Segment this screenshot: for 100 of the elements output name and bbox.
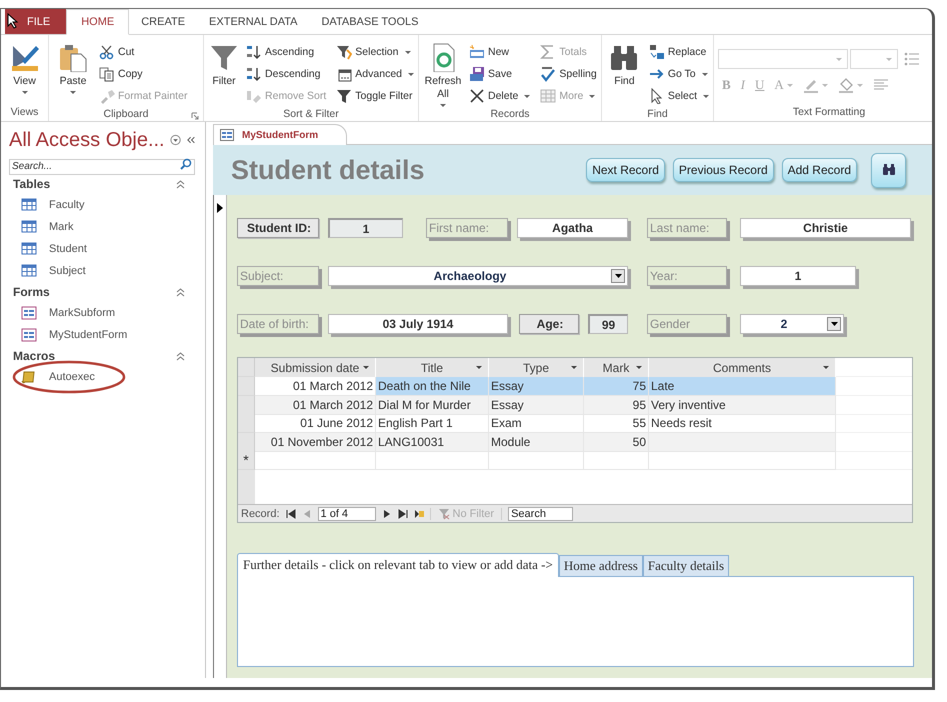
row-selector[interactable] [238,377,255,396]
ribbon-button[interactable]: Find [606,39,643,107]
ribbon-tab[interactable]: HOME [66,9,130,35]
row-selector[interactable] [238,396,255,414]
column-header[interactable]: Comments [649,358,836,377]
text-field[interactable]: 1 [328,218,403,238]
navigation-item[interactable]: MarkSubform [9,302,195,324]
replace-icon [648,44,665,60]
combo-box[interactable]: 2 [740,314,844,334]
ribbon-button[interactable]: Delete [469,85,530,107]
navigation-item[interactable]: Subject [9,260,195,282]
group-header[interactable]: Macros [9,346,195,366]
record-selector[interactable] [213,195,227,678]
tab[interactable]: Faculty details [642,555,730,576]
table-cell: Essay [489,377,584,396]
caret-icon [614,274,622,278]
table-cell: LANG10031 [376,432,489,452]
record-position-field[interactable]: 1 of 4 [318,506,376,520]
field-label: Year: [647,266,727,286]
new-row-marker[interactable]: * [238,451,255,470]
combo-box[interactable]: Archaeology [328,266,628,286]
column-header[interactable]: Title [376,358,489,377]
ribbon-button[interactable]: Toggle Filter [336,85,414,107]
search-icon [180,158,192,170]
ribbon-button[interactable]: View [5,39,44,103]
ribbon-button[interactable]: Go To [648,63,709,85]
ribbon-button[interactable]: Replace [648,41,709,63]
select-all-corner[interactable] [238,358,255,377]
group-header[interactable]: Forms [9,282,195,302]
paint-bucket-icon [838,77,854,93]
group-header[interactable]: Tables [9,174,195,194]
search-button[interactable] [871,152,906,188]
text-field[interactable]: Agatha [517,218,628,238]
ribbon-button[interactable]: Save [469,63,530,85]
caret-icon [886,58,892,60]
dropdown-circle-icon [170,134,181,146]
navigation-item[interactable]: MyStudentForm [9,324,195,346]
navigation-item[interactable]: Autoexec [9,366,195,388]
ribbon-button[interactable]: Descending [246,63,326,85]
ribbon-tab[interactable]: FILE [5,9,66,34]
dropdown-button[interactable] [611,269,625,283]
navigator-button[interactable] [398,508,408,518]
caret-icon [476,366,482,369]
navigator-button[interactable] [286,508,296,518]
form-title: Student details [231,154,425,186]
caret-icon [22,91,28,94]
navigation-item[interactable]: Mark [9,216,195,238]
ribbon-button[interactable]: Spelling [540,63,597,85]
table-icon [540,88,556,104]
new-record-icon [469,44,485,60]
ribbon-button[interactable]: Advanced [336,63,414,85]
header-button[interactable]: Previous Record [672,158,774,182]
ribbon-button[interactable]: Refresh All [423,39,463,107]
sort-ascending-icon [246,44,262,60]
document-tab[interactable]: MyStudentForm [213,124,348,145]
caret-icon [404,50,410,54]
ribbon-button[interactable]: Filter [208,39,240,107]
text-field[interactable]: 1 [740,266,856,286]
navigator-button[interactable] [414,508,424,518]
ribbon-tab[interactable]: CREATE [129,9,198,34]
table-cell: 01 November 2012 [255,432,376,452]
table-icon [21,219,37,235]
search-field[interactable]: Search... [9,158,195,174]
ribbon-tab[interactable]: DATABASE TOOLS [309,9,430,34]
spellcheck-icon [540,66,556,82]
collapse-pane-icon [186,135,195,145]
text-field[interactable]: Christie [740,218,911,238]
navigator-button[interactable] [382,508,392,518]
ribbon-button[interactable]: Cut [99,41,188,63]
dropdown-button[interactable] [827,317,841,331]
ribbon-button[interactable]: Ascending [246,41,326,63]
clipboard-icon [58,42,88,72]
ribbon-button[interactable]: Selection [336,41,414,63]
row-selector[interactable] [238,432,255,452]
text-field[interactable]: 03 July 1914 [328,314,508,334]
paintbrush-icon [99,88,115,104]
ribbon-button[interactable]: New [469,41,530,63]
text-field[interactable]: 99 [588,314,628,334]
navigation-item[interactable]: Student [9,238,195,260]
ribbon-button[interactable]: Paste [53,39,93,107]
previous-record-icon [302,508,312,518]
tab[interactable]: Further details - click on relevant tab to view or add data -> [237,553,559,577]
next-record-icon [382,508,392,518]
row-selector[interactable] [238,414,255,433]
caret-icon [823,366,829,369]
tab[interactable]: Home address [558,555,643,576]
header-button[interactable]: Next Record [586,158,665,182]
ribbon-button[interactable]: Select [648,85,709,107]
column-header[interactable]: Mark [584,358,649,377]
column-header[interactable]: Submission date [255,358,376,377]
navigation-item[interactable]: Faculty [9,194,195,216]
header-button[interactable]: Add Record [782,158,857,182]
column-header[interactable]: Type [489,358,584,377]
ribbon-tab[interactable]: EXTERNAL DATA [197,9,310,34]
pane-title[interactable]: All Access Obje... [9,128,165,152]
search-field[interactable]: Search [508,506,574,520]
ribbon-button[interactable]: Copy [99,63,188,85]
caret-icon [830,322,838,326]
caret-icon [703,94,709,98]
table-cell: Death on the Nile [376,377,489,396]
